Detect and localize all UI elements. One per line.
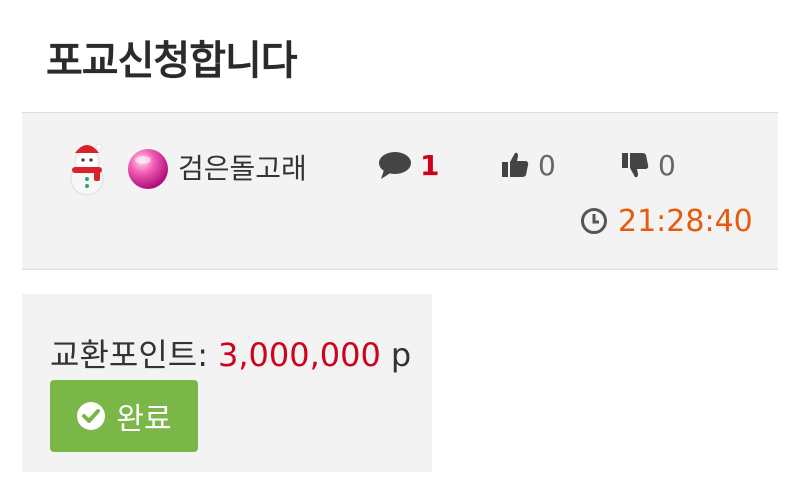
comment-icon (379, 152, 411, 179)
author-name[interactable]: 검은돌고래 (178, 147, 307, 187)
clock-icon (581, 208, 607, 234)
like-count: 0 (538, 148, 556, 182)
dislike-count: 0 (658, 148, 676, 182)
comment-count-stat: 1 (378, 147, 439, 183)
done-button-label: 완료 (116, 402, 172, 437)
exchange-point-value: 3,000,000 (217, 336, 381, 374)
dislike-stat[interactable]: 0 (620, 147, 676, 183)
like-stat[interactable]: 0 (500, 147, 556, 183)
done-button[interactable]: 완료 (50, 380, 198, 452)
exchange-panel: 교환포인트: 3,000,000 p 완료 (22, 294, 432, 472)
thumbs-down-icon (622, 153, 649, 178)
exchange-point-row: 교환포인트: 3,000,000 p (50, 330, 411, 376)
post-time: 21:28:40 (580, 201, 753, 241)
comment-count: 1 (420, 148, 440, 182)
pink-orb-icon (128, 149, 168, 189)
check-circle-icon (77, 402, 106, 430)
page-title: 포교신청합니다 (46, 38, 298, 84)
thumbs-up-icon (502, 152, 529, 177)
exchange-point-label: 교환포인트: (50, 336, 208, 374)
snowman-icon (70, 143, 104, 196)
time-text: 21:28:40 (618, 203, 753, 239)
exchange-point-unit: p (390, 336, 412, 374)
post-meta-panel: 검은돌고래 1 0 0 21:28:40 (22, 112, 778, 270)
